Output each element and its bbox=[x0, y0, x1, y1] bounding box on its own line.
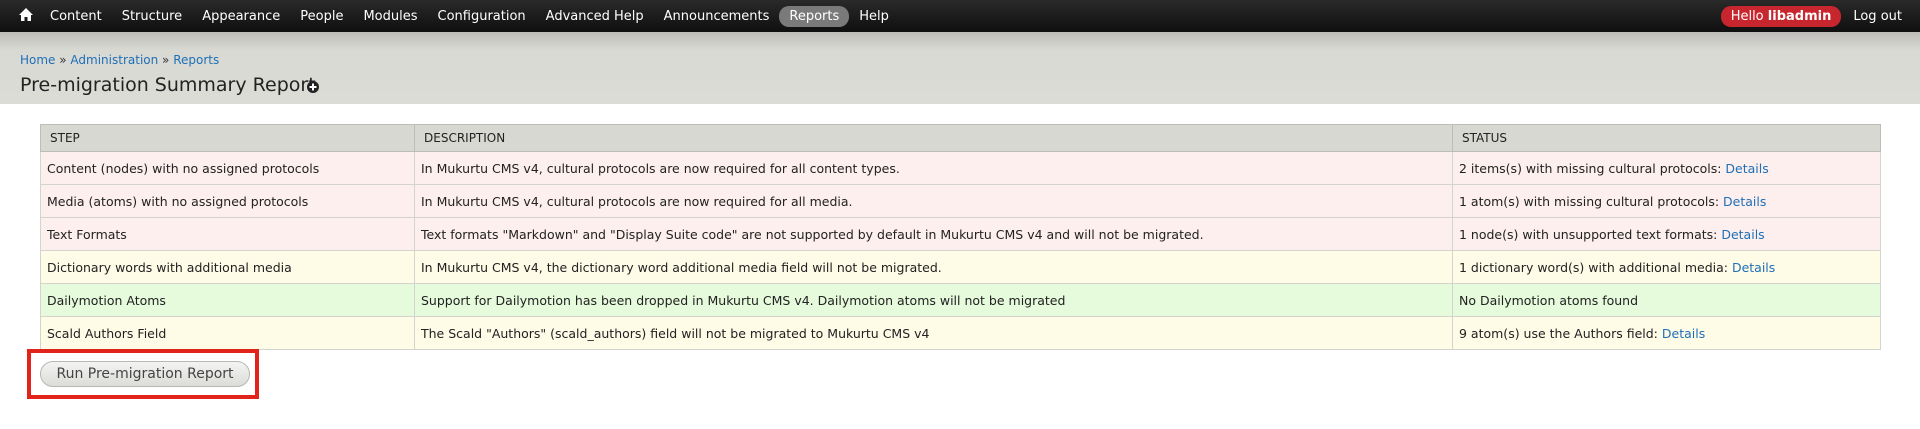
user-greeting-badge[interactable]: Hello libadmin bbox=[1720, 5, 1842, 27]
status-text: 9 atom(s) use the Authors field: bbox=[1459, 325, 1662, 341]
step-cell: Scald Authors Field bbox=[40, 316, 415, 350]
page-header: Home » Administration » Reports Pre-migr… bbox=[0, 32, 1920, 104]
column-header-description[interactable]: DESCRIPTION bbox=[414, 124, 1453, 152]
status-cell: 1 dictionary word(s) with additional med… bbox=[1452, 250, 1881, 284]
column-header-step[interactable]: STEP bbox=[40, 124, 415, 152]
table-row: Dictionary words with additional media I… bbox=[40, 250, 1881, 284]
table-row: Content (nodes) with no assigned protoco… bbox=[40, 151, 1881, 185]
toolbar-item-help[interactable]: Help bbox=[849, 6, 899, 27]
table-row: Text Formats Text formats "Markdown" and… bbox=[40, 217, 1881, 251]
status-cell: 1 atom(s) with missing cultural protocol… bbox=[1452, 184, 1881, 218]
toolbar-item-people[interactable]: People bbox=[290, 6, 353, 27]
step-cell: Dailymotion Atoms bbox=[40, 283, 415, 317]
toolbar-item-content[interactable]: Content bbox=[40, 6, 112, 27]
toolbar-item-structure[interactable]: Structure bbox=[112, 6, 192, 27]
breadcrumb-reports[interactable]: Reports bbox=[173, 53, 219, 67]
admin-toolbar: Content Structure Appearance People Modu… bbox=[0, 0, 1920, 32]
description-cell: Text formats "Markdown" and "Display Sui… bbox=[414, 217, 1453, 251]
breadcrumb-separator: » bbox=[55, 53, 71, 67]
status-text: 1 dictionary word(s) with additional med… bbox=[1459, 259, 1732, 275]
description-cell: In Mukurtu CMS v4, the dictionary word a… bbox=[414, 250, 1453, 284]
status-text: 1 node(s) with unsupported text formats: bbox=[1459, 226, 1722, 242]
toolbar-user-area: Hello libadmin Log out bbox=[1720, 0, 1902, 32]
details-link[interactable]: Details bbox=[1721, 227, 1764, 242]
step-cell: Text Formats bbox=[40, 217, 415, 251]
status-cell: 1 node(s) with unsupported text formats:… bbox=[1452, 217, 1881, 251]
breadcrumb-separator: » bbox=[158, 53, 174, 67]
table-row: Media (atoms) with no assigned protocols… bbox=[40, 184, 1881, 218]
toolbar-item-announcements[interactable]: Announcements bbox=[654, 6, 780, 27]
toolbar-item-appearance[interactable]: Appearance bbox=[192, 6, 290, 27]
description-cell: Support for Dailymotion has been dropped… bbox=[414, 283, 1453, 317]
report-rows: Content (nodes) with no assigned protoco… bbox=[40, 151, 1881, 350]
toolbar-item-modules[interactable]: Modules bbox=[353, 6, 427, 27]
home-icon[interactable] bbox=[17, 6, 35, 24]
status-cell: No Dailymotion atoms found bbox=[1452, 283, 1881, 317]
run-pre-migration-report-button[interactable]: Run Pre-migration Report bbox=[40, 361, 250, 387]
status-text: 1 atom(s) with missing cultural protocol… bbox=[1459, 193, 1724, 209]
table-header-row: STEP DESCRIPTION STATUS bbox=[40, 124, 1881, 152]
toolbar-item-advanced-help[interactable]: Advanced Help bbox=[536, 6, 654, 27]
step-cell: Media (atoms) with no assigned protocols bbox=[40, 184, 415, 218]
details-link[interactable]: Details bbox=[1723, 194, 1766, 209]
page-title: Pre-migration Summary Report bbox=[20, 74, 316, 96]
toolbar-item-reports[interactable]: Reports bbox=[779, 5, 850, 27]
status-cell: 9 atom(s) use the Authors field: Details bbox=[1452, 316, 1881, 350]
breadcrumb-administration[interactable]: Administration bbox=[70, 53, 158, 67]
status-text: No Dailymotion atoms found bbox=[1459, 292, 1639, 308]
step-cell: Content (nodes) with no assigned protoco… bbox=[40, 151, 415, 185]
report-table: STEP DESCRIPTION STATUS Content (nodes) … bbox=[40, 124, 1881, 350]
table-row: Scald Authors Field The Scald "Authors" … bbox=[40, 316, 1881, 350]
description-cell: In Mukurtu CMS v4, cultural protocols ar… bbox=[414, 151, 1453, 185]
column-header-status[interactable]: STATUS bbox=[1452, 124, 1881, 152]
breadcrumb-home[interactable]: Home bbox=[20, 53, 55, 67]
details-link[interactable]: Details bbox=[1725, 161, 1768, 176]
add-shortcut-icon[interactable] bbox=[306, 80, 320, 94]
toolbar-item-configuration[interactable]: Configuration bbox=[428, 6, 536, 27]
status-text: 2 items(s) with missing cultural protoco… bbox=[1459, 160, 1726, 176]
description-cell: The Scald "Authors" (scald_authors) fiel… bbox=[414, 316, 1453, 350]
toolbar-menu: Content Structure Appearance People Modu… bbox=[40, 0, 899, 32]
greeting-prefix: Hello bbox=[1730, 8, 1768, 24]
details-link[interactable]: Details bbox=[1732, 260, 1775, 275]
status-cell: 2 items(s) with missing cultural protoco… bbox=[1452, 151, 1881, 185]
table-row: Dailymotion Atoms Support for Dailymotio… bbox=[40, 283, 1881, 317]
step-cell: Dictionary words with additional media bbox=[40, 250, 415, 284]
description-cell: In Mukurtu CMS v4, cultural protocols ar… bbox=[414, 184, 1453, 218]
details-link[interactable]: Details bbox=[1662, 326, 1705, 341]
breadcrumb: Home » Administration » Reports bbox=[20, 53, 219, 67]
logout-link[interactable]: Log out bbox=[1853, 9, 1902, 24]
username: libadmin bbox=[1767, 8, 1832, 24]
